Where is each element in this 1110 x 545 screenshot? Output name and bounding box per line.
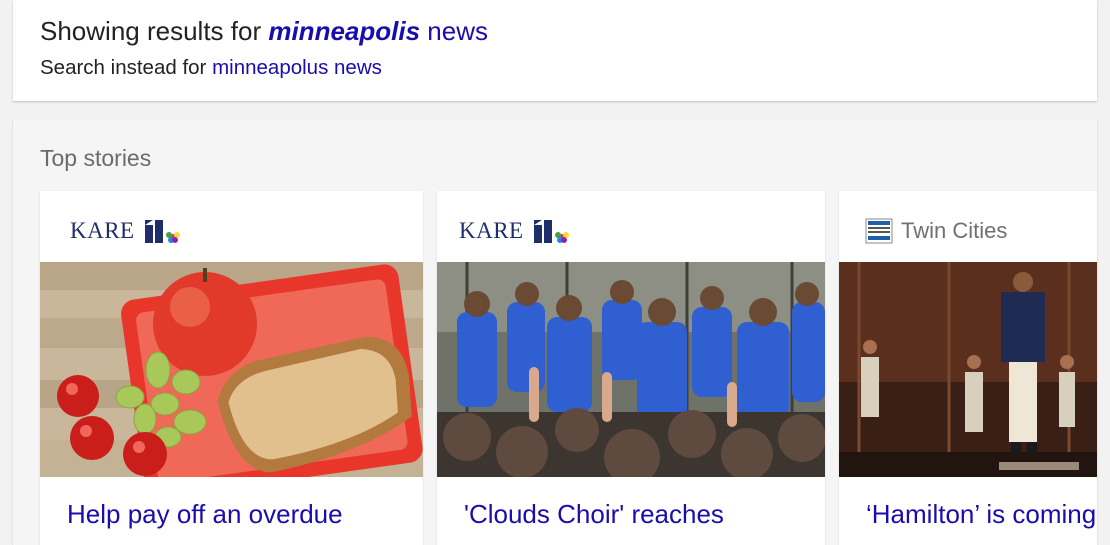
showing-results-line: Showing results for minneapolis news bbox=[40, 16, 488, 47]
kare-11-logo-icon bbox=[144, 220, 180, 243]
story-card[interactable]: Twin Cities ‘Hamilton’ is coming bbox=[839, 191, 1097, 545]
search-instead-line: Search instead for minneapolus news bbox=[40, 56, 382, 80]
original-query-link[interactable]: minneapolus news bbox=[212, 56, 382, 79]
story-image-choir bbox=[437, 262, 825, 477]
story-card[interactable]: KARE bbox=[437, 191, 825, 545]
top-stories-title: Top stories bbox=[40, 145, 152, 171]
story-source: KARE bbox=[459, 215, 572, 247]
showing-results-prefix: Showing results for bbox=[40, 16, 262, 46]
corrected-query-link[interactable]: minneapolis news bbox=[268, 16, 488, 46]
story-card[interactable]: KARE bbox=[40, 191, 423, 545]
spelling-correction-card: Showing results for minneapolis news Sea… bbox=[13, 0, 1097, 101]
story-image-hamilton bbox=[839, 262, 1097, 477]
pioneer-press-logo-icon bbox=[865, 218, 893, 244]
story-image-lunchbox bbox=[40, 262, 423, 477]
story-source: Twin Cities bbox=[865, 215, 1007, 247]
corrected-query-rest: news bbox=[420, 16, 488, 46]
source-name: KARE bbox=[70, 218, 135, 243]
corrected-term: minneapolis bbox=[268, 16, 421, 46]
top-stories-card: Top stories KARE Help pay off an overdue… bbox=[13, 119, 1097, 545]
source-name: KARE bbox=[459, 218, 524, 243]
kare-11-logo-icon bbox=[533, 220, 569, 243]
source-name: Twin Cities bbox=[901, 218, 1008, 243]
story-source: KARE bbox=[70, 215, 183, 247]
story-headline[interactable]: Help pay off an overdue bbox=[67, 499, 343, 530]
story-headline[interactable]: 'Clouds Choir' reaches bbox=[464, 499, 724, 530]
story-headline[interactable]: ‘Hamilton’ is coming bbox=[866, 499, 1096, 530]
search-instead-prefix: Search instead for bbox=[40, 56, 207, 79]
